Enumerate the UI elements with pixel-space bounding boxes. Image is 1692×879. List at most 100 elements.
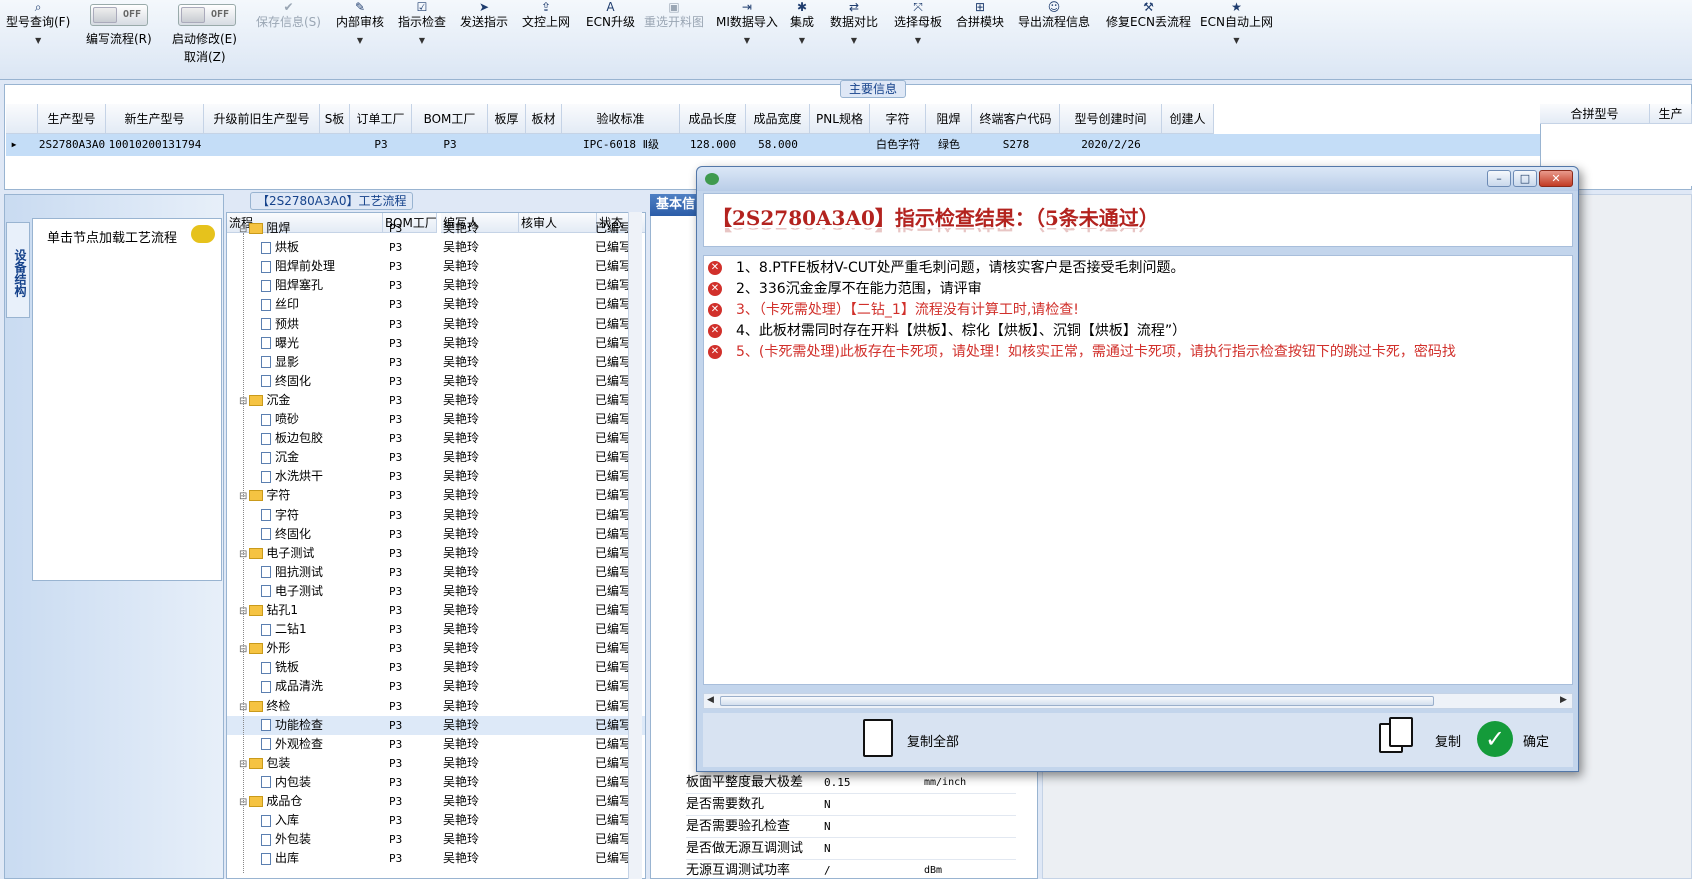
tree-item[interactable]: 板边包胶 P3 吴艳玲 已编写 [227, 429, 645, 448]
tree-item[interactable]: 功能检查 P3 吴艳玲 已编写 [227, 715, 645, 735]
tree-item[interactable]: 电子测试 P3 吴艳玲 已编写 [227, 582, 645, 601]
property-value[interactable]: / [824, 860, 924, 879]
cancel-button[interactable]: 取消(Z) [184, 48, 226, 65]
grid-cell[interactable]: IPC-6018 Ⅱ级 [562, 134, 680, 156]
column-header[interactable]: 验收标准 [562, 104, 680, 134]
tree-item[interactable]: 二钻1 P3 吴艳玲 已编写 [227, 620, 645, 639]
column-header[interactable]: 字符 [870, 104, 926, 134]
grid-cell[interactable]: 2S2780A3A0 [38, 134, 106, 156]
dropdown-arrow-icon[interactable]: ▼ [894, 34, 942, 48]
tree-group[interactable]: ⊟ 终检 P3 吴艳玲 已编写 [227, 697, 645, 716]
merge-column-header[interactable]: 合拼型号 [1540, 104, 1650, 124]
node-box[interactable]: 单击节点加载工艺流程 [32, 218, 222, 581]
toolbar-mother-board-button[interactable]: ⤧ 选择母板 ▼ [894, 0, 942, 70]
dialog-titlebar[interactable]: – □ ✕ [697, 167, 1578, 191]
merge-column-header[interactable]: 生产 [1650, 104, 1692, 124]
column-header[interactable]: 生产型号 [38, 104, 106, 134]
column-header[interactable]: 新生产型号 [106, 104, 204, 134]
toolbar-image-button[interactable]: ▣ 重选开料图 [644, 0, 704, 70]
property-value[interactable]: N [824, 794, 924, 816]
grid-cell[interactable]: 128.000 [680, 134, 746, 156]
grid-cell[interactable] [810, 134, 870, 156]
grid-cell[interactable]: 10010200131794 [106, 134, 204, 156]
tree-group[interactable]: ⊟ 沉金 P3 吴艳玲 已编写 [227, 391, 645, 410]
toolbar-export-button[interactable]: ☺ 导出流程信息 [1018, 0, 1090, 70]
ok-button[interactable]: ✓ 确定 [1477, 713, 1567, 767]
column-header[interactable]: BOM工厂 [412, 104, 488, 134]
tree-item[interactable]: 阻焊前处理 P3 吴艳玲 已编写 [227, 257, 645, 276]
tree-item[interactable]: 字符 P3 吴艳玲 已编写 [227, 506, 645, 525]
dropdown-arrow-icon[interactable]: ▼ [790, 34, 814, 48]
tree-item[interactable]: 阻抗测试 P3 吴艳玲 已编写 [227, 563, 645, 582]
copy-all-button[interactable]: 复制全部 [863, 713, 983, 767]
column-header[interactable]: 创建人 [1162, 104, 1214, 134]
property-value[interactable]: 0.15 [824, 772, 924, 794]
toolbar-review-button[interactable]: ✎ 内部审核 ▼ [336, 0, 384, 70]
property-value[interactable]: N [824, 838, 924, 860]
device-structure-tab[interactable]: 设备结构 [6, 222, 30, 318]
toolbar-search-button[interactable]: ⌕ 型号查询(F) ▼ [6, 0, 70, 70]
grid-cell[interactable]: 58.000 [746, 134, 810, 156]
dropdown-arrow-icon[interactable]: ▼ [1200, 34, 1273, 48]
tree-item[interactable]: 外包装 P3 吴艳玲 已编写 [227, 830, 645, 849]
column-header[interactable]: 订单工厂 [350, 104, 412, 134]
dropdown-arrow-icon[interactable]: ▼ [6, 34, 70, 48]
tree-item[interactable]: 沉金 P3 吴艳玲 已编写 [227, 448, 645, 467]
grid-cell[interactable] [1162, 134, 1214, 156]
issue-item[interactable]: ✕ 2、336沉金金厚不在能力范围，请评审 [708, 279, 1572, 299]
column-header[interactable]: 板材 [526, 104, 562, 134]
tree-item[interactable]: 丝印 P3 吴艳玲 已编写 [227, 295, 645, 314]
tree-item[interactable]: 出库 P3 吴艳玲 已编写 [227, 849, 645, 868]
toolbar-star-button[interactable]: ★ ECN自动上网 ▼ [1200, 0, 1273, 70]
toolbar-send-button[interactable]: ➤ 发送指示 [460, 0, 508, 70]
property-row[interactable]: 板面平整度最大极差 0.15 mm/inch [686, 772, 1016, 794]
tree-item[interactable]: 终固化 P3 吴艳玲 已编写 [227, 372, 645, 391]
grid-cell[interactable]: 2020/2/26 [1060, 134, 1162, 156]
grid-cell[interactable]: S278 [972, 134, 1060, 156]
dropdown-arrow-icon[interactable]: ▼ [830, 34, 878, 48]
column-header[interactable]: 板厚 [488, 104, 526, 134]
tree-group[interactable]: ⊟ 阻焊 P3 吴艳玲 已编写 [227, 219, 645, 238]
tree-item[interactable]: 铣板 P3 吴艳玲 已编写 [227, 658, 645, 677]
column-header[interactable]: 成品宽度 [746, 104, 810, 134]
toolbar-ecn-upgrade-button[interactable]: A ECN升级 [586, 0, 635, 70]
issue-item[interactable]: ✕ 5、(卡死需处理)此板存在卡死项，请处理！如核实正常，需通过卡死项，请执行指示… [708, 342, 1572, 362]
property-row[interactable]: 是否需要验孔检查 N [686, 816, 1016, 838]
copy-button[interactable]: 复制 [1379, 713, 1465, 767]
toolbar-merge-button[interactable]: ⊞ 合拼模块 [956, 0, 1004, 70]
tree-item[interactable]: 喷砂 P3 吴艳玲 已编写 [227, 410, 645, 429]
grid-cell[interactable] [204, 134, 320, 156]
issue-item[interactable]: ✕ 1、8.PTFE板材V-CUT处严重毛刺问题，请核实客户是否接受毛刺问题。 [708, 258, 1572, 278]
tree-group[interactable]: ⊟ 电子测试 P3 吴艳玲 已编写 [227, 544, 645, 563]
grid-cell[interactable] [320, 134, 350, 156]
scroll-left-icon[interactable]: ◀ [707, 695, 714, 705]
property-row[interactable]: 是否做无源互调测试 N [686, 838, 1016, 860]
tree-item[interactable]: 阻焊塞孔 P3 吴艳玲 已编写 [227, 276, 645, 295]
grid-cell[interactable] [526, 134, 562, 156]
toolbar-check-button[interactable]: ☑ 指示检查 ▼ [398, 0, 446, 70]
toolbar-save-button[interactable]: ✔ 保存信息(S) [256, 0, 321, 70]
tree-group[interactable]: ⊟ 字符 P3 吴艳玲 已编写 [227, 486, 645, 505]
tree-item[interactable]: 显影 P3 吴艳玲 已编写 [227, 353, 645, 372]
grid-cell[interactable]: 白色字符 [870, 134, 926, 156]
tree-item[interactable]: 外观检查 P3 吴艳玲 已编写 [227, 735, 645, 754]
column-header[interactable]: S板 [320, 104, 350, 134]
property-row[interactable]: 无源互调测试功率 / dBm [686, 860, 1016, 879]
tree-item[interactable]: 内包装 P3 吴艳玲 已编写 [227, 773, 645, 792]
issue-item[interactable]: ✕ 4、此板材需同时存在开料【烘板】、棕化【烘板】、沉铜【烘板】流程”） [708, 321, 1572, 341]
toolbar-import-button[interactable]: ⇥ MI数据导入 ▼ [716, 0, 778, 70]
column-header[interactable]: 型号创建时间 [1060, 104, 1162, 134]
process-scrollbar[interactable] [628, 212, 642, 879]
tree-item[interactable]: 烘板 P3 吴艳玲 已编写 [227, 238, 645, 257]
grid-cell[interactable]: 绿色 [926, 134, 972, 156]
issue-list[interactable]: ✕ 1、8.PTFE板材V-CUT处严重毛刺问题，请核实客户是否接受毛刺问题。 ✕ 2… [703, 255, 1573, 685]
toolbar-compare-button[interactable]: ⇄ 数据对比 ▼ [830, 0, 878, 70]
tree-item[interactable]: 入库 P3 吴艳玲 已编写 [227, 811, 645, 830]
tree-group[interactable]: ⊟ 外形 P3 吴艳玲 已编写 [227, 639, 645, 658]
dropdown-arrow-icon[interactable]: ▼ [716, 34, 778, 48]
close-button[interactable]: ✕ [1539, 170, 1573, 187]
tree-group[interactable]: ⊟ 成品仓 P3 吴艳玲 已编写 [227, 792, 645, 811]
grid-cell[interactable] [488, 134, 526, 156]
hscroll-thumb[interactable] [720, 696, 1434, 706]
property-row[interactable]: 是否需要数孔 N [686, 794, 1016, 816]
